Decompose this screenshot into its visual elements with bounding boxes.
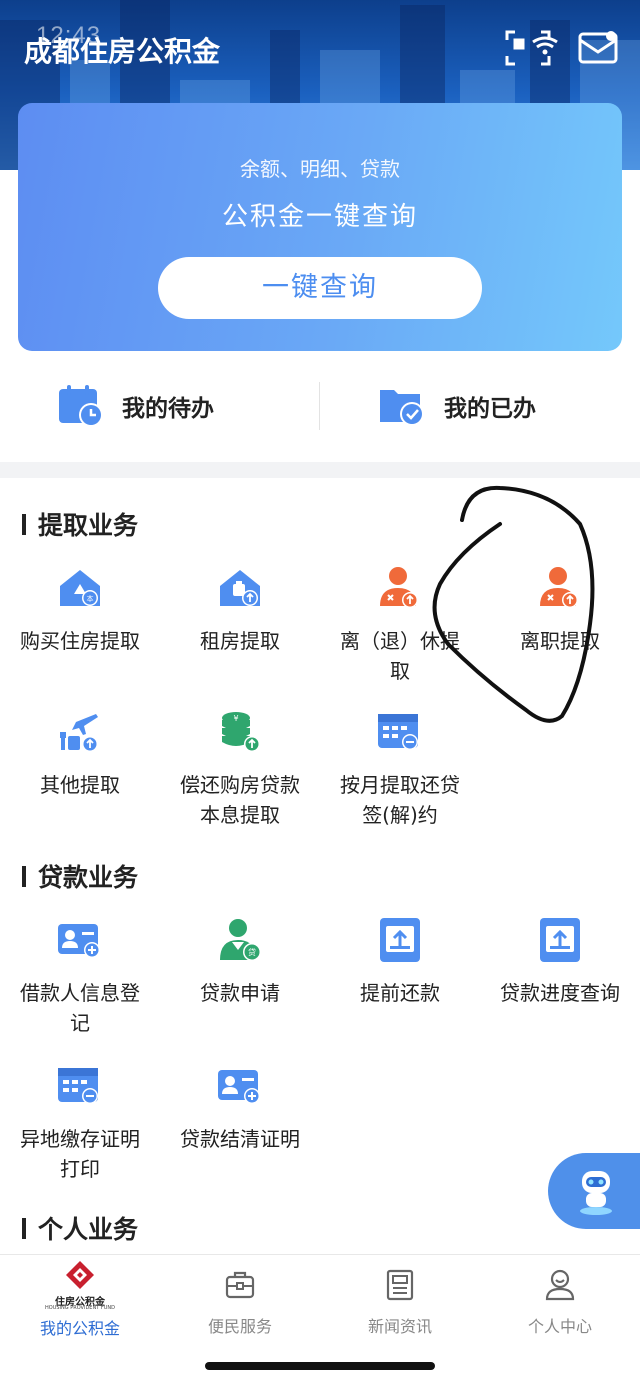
service-label: 贷款结清证明: [180, 1127, 300, 1151]
service-label: 贷款申请: [200, 981, 280, 1005]
service-label: 提前还款: [360, 981, 440, 1005]
calendar-icon: [378, 714, 418, 750]
upload-tray-icon: [380, 918, 420, 962]
tab-news[interactable]: 新闻资讯: [320, 1255, 480, 1345]
service-label: 其他提取: [40, 773, 120, 797]
my-pending-button[interactable]: 我的待办: [58, 378, 214, 434]
briefcase-icon: [225, 1271, 255, 1299]
tab-label: 便民服务: [207, 1317, 272, 1336]
app-title: 成都住房公积金: [24, 35, 221, 68]
news-icon: [386, 1269, 414, 1301]
my-pending-label: 我的待办: [122, 396, 214, 422]
svg-text:¥: ¥: [233, 714, 238, 723]
service-label: 租房提取: [200, 629, 280, 653]
assistant-float-button[interactable]: [548, 1153, 640, 1229]
my-done-label: 我的已办: [444, 396, 536, 422]
service-label: 借款人信息登记: [20, 981, 140, 1035]
id-card-add-icon: [58, 924, 100, 958]
coin-stack-icon: ¥: [222, 712, 260, 752]
home-indicator: [205, 1362, 435, 1370]
tab-personal-center[interactable]: 个人中心: [480, 1255, 640, 1345]
tab-convenience[interactable]: 便民服务: [160, 1255, 320, 1345]
service-label: 异地缴存证明打印: [20, 1127, 140, 1181]
scan-icon[interactable]: [505, 30, 565, 66]
upload-tray-icon: [540, 918, 580, 962]
person-retire-icon: [380, 567, 418, 608]
query-title: 公积金一键查询: [221, 202, 418, 232]
fund-logo-subtext: HOUSING PROVIDENT FUND: [45, 1305, 115, 1311]
hand-drawn-annotation: [432, 485, 595, 723]
fund-logo-icon: [66, 1261, 94, 1289]
service-label: 按月提取还贷签(解)约: [340, 773, 460, 827]
user-icon: [545, 1269, 575, 1301]
house-buy-icon: 本: [60, 570, 100, 606]
svg-text:贷: 贷: [248, 947, 256, 957]
id-card-add-icon: [218, 1070, 260, 1104]
section-title-withdraw: 提取业务: [22, 506, 138, 542]
service-label: 贷款进度查询: [500, 981, 620, 1005]
tab-label: 我的公积金: [39, 1319, 120, 1338]
section-title-loan: 贷款业务: [22, 858, 138, 894]
robot-icon: [580, 1171, 612, 1215]
tab-label: 新闻资讯: [367, 1317, 432, 1336]
service-label: 偿还购房贷款本息提取: [180, 773, 300, 827]
calendar-icon: [58, 1068, 98, 1104]
message-icon[interactable]: [578, 30, 618, 66]
travel-icon: [60, 714, 98, 752]
folder-check-icon: [380, 390, 424, 426]
tab-label: 个人中心: [527, 1317, 592, 1336]
service-label: 购买住房提取: [20, 629, 140, 653]
house-rent-icon: [220, 570, 260, 606]
my-done-button[interactable]: 我的已办: [378, 378, 536, 434]
one-click-query-button[interactable]: 一键查询: [158, 257, 482, 319]
calendar-clock-icon: [59, 385, 103, 427]
svg-text:本: 本: [87, 594, 94, 603]
section-title-personal: 个人业务: [22, 1210, 138, 1246]
loan-person-icon: 贷: [220, 919, 261, 961]
tab-my-fund[interactable]: 住房公积金 HOUSING PROVIDENT FUND 我的公积金: [0, 1255, 160, 1345]
query-card: 余额、明细、贷款 公积金一键查询 一键查询: [18, 103, 622, 351]
todo-divider: [319, 382, 320, 430]
query-subtitle: 余额、明细、贷款: [240, 157, 400, 181]
